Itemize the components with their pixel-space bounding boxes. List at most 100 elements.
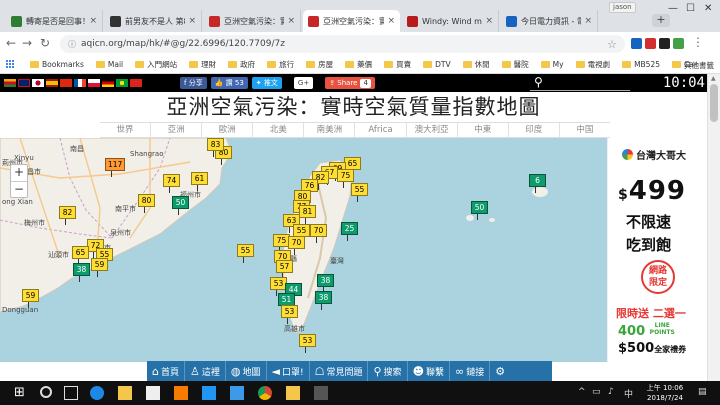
bookmark-item[interactable]: 醫院 (501, 59, 529, 70)
flag-poland-icon[interactable] (88, 79, 100, 87)
flag-icon[interactable] (4, 79, 16, 87)
tab-close-icon[interactable]: × (89, 16, 97, 26)
bottom-nav-item[interactable]: ⌂ 首頁 (147, 361, 185, 381)
volume-icon[interactable]: ♪ (608, 387, 614, 397)
aqi-marker[interactable]: 53 (281, 305, 298, 324)
flag-germany-icon[interactable] (102, 79, 114, 87)
aqi-marker[interactable]: 83 (207, 138, 224, 157)
region-link[interactable]: 世界 (100, 123, 150, 137)
bookmark-item[interactable]: 旅行 (267, 59, 294, 70)
aqi-marker[interactable]: 38 (315, 291, 332, 310)
region-link[interactable]: 亞洲 (150, 123, 201, 137)
zoom-in-button[interactable]: + (11, 165, 27, 181)
browser-tab[interactable]: 亞洲空氣污染：實時空× (204, 10, 301, 32)
flag-spain-icon[interactable] (46, 79, 58, 87)
aqi-marker[interactable]: 59 (22, 289, 39, 308)
app4-icon[interactable] (314, 386, 328, 400)
fb-share-button[interactable]: f 分享 (180, 77, 207, 89)
search-icon[interactable]: ⚲ (534, 75, 543, 89)
aqi-marker[interactable]: 38 (73, 263, 90, 282)
bottom-nav-item[interactable]: ♙ 這裡 (185, 361, 226, 381)
bookmark-item[interactable]: 理財 (189, 59, 216, 70)
tab-close-icon[interactable]: × (584, 16, 592, 26)
browser-menu-icon[interactable]: ⋮ (692, 35, 704, 49)
aqi-marker[interactable]: 74 (163, 174, 180, 193)
region-link[interactable]: 印度 (507, 123, 559, 137)
aqi-marker[interactable]: 70 (288, 236, 305, 255)
region-link[interactable]: 澳大利亞 (405, 123, 457, 137)
region-link[interactable]: 中東 (456, 123, 508, 137)
store-icon[interactable] (146, 386, 160, 400)
aqi-marker[interactable]: 70 (310, 224, 327, 243)
flag-japan-icon[interactable] (32, 79, 44, 87)
new-tab-button[interactable]: + (652, 14, 670, 27)
browser-tab[interactable]: 今日電力資訊 - 電力× (501, 10, 598, 32)
aqi-marker[interactable]: 38 (317, 274, 334, 293)
bottom-nav-item[interactable]: ☻ 聯繫 (408, 361, 451, 381)
bookmark-item[interactable]: Bookmarks (30, 59, 84, 70)
aqi-marker[interactable]: 81 (299, 205, 316, 224)
file-explorer-icon[interactable] (118, 386, 132, 400)
tweet-button[interactable]: ✦ 推文 (251, 77, 282, 89)
url-bar[interactable]: ⓘ aqicn.org/map/hk/#@g/22.6996/120.7709/… (60, 35, 625, 53)
zoom-out-button[interactable]: − (11, 181, 27, 197)
minimize-icon[interactable]: — (668, 3, 678, 14)
reload-icon[interactable]: ↻ (40, 36, 50, 50)
browser-tab[interactable]: 前男友不是人 第8集 T× (105, 10, 202, 32)
ime-icon[interactable]: 中 (624, 387, 633, 400)
bookmark-item[interactable]: 入門網站 (135, 59, 177, 70)
folder-icon[interactable] (286, 386, 300, 400)
user-profile-badge[interactable]: jason (609, 2, 636, 13)
bottom-nav-item[interactable]: ◄ 口罩! (267, 361, 310, 381)
aqi-marker[interactable]: 6 (529, 174, 546, 193)
info-icon[interactable]: ⓘ (68, 39, 76, 50)
extension-adblock-icon[interactable] (645, 38, 656, 49)
apps-shortcut[interactable] (6, 60, 18, 69)
browser-tab[interactable]: Windy: Wind map &× (402, 10, 499, 32)
bookmark-item[interactable]: MB525 (622, 59, 660, 70)
bookmark-item[interactable]: 電視劇 (575, 59, 610, 70)
aqi-marker[interactable]: 53 (299, 334, 316, 353)
bookmark-item[interactable]: My (540, 59, 564, 70)
aqi-marker[interactable]: 61 (191, 172, 208, 191)
scroll-up-icon[interactable]: ▲ (711, 75, 716, 82)
region-link[interactable]: 中国 (558, 123, 610, 137)
bookmark-item[interactable]: 房屋 (306, 59, 333, 70)
aqi-marker[interactable]: 59 (91, 258, 108, 277)
aqi-marker[interactable]: 50 (471, 201, 488, 220)
aqi-marker[interactable]: 65 (72, 246, 89, 265)
bookmark-item[interactable]: 政府 (228, 59, 255, 70)
bottom-nav-item[interactable]: ⚙ (490, 361, 512, 381)
tray-chevron-icon[interactable]: ^ (578, 387, 586, 397)
aqi-marker[interactable]: 75 (337, 169, 354, 188)
other-bookmarks[interactable]: 其他書籤 (684, 60, 714, 71)
bookmark-item[interactable]: 休閒 (462, 59, 490, 70)
extension-translate-icon[interactable] (631, 38, 642, 49)
scrollbar-thumb[interactable] (710, 84, 718, 122)
tab-close-icon[interactable]: × (287, 16, 295, 26)
app2-icon[interactable] (202, 386, 216, 400)
region-link[interactable]: Africa (354, 123, 405, 137)
bookmark-item[interactable]: Mail (95, 59, 123, 70)
share-counter-button[interactable]: ⇪ Share 4 (325, 77, 375, 89)
browser-tab[interactable]: 亞洲空氣污染：實時空× (303, 10, 400, 32)
aqi-marker[interactable]: 57 (276, 260, 293, 279)
close-window-icon[interactable]: ✕ (704, 3, 712, 14)
notification-icon[interactable]: ▤ (698, 387, 707, 397)
flag-france-icon[interactable] (74, 79, 86, 87)
bottom-nav-item[interactable]: ☖ 常見問題 (310, 361, 369, 381)
chrome-icon[interactable] (258, 386, 272, 400)
bottom-nav-item[interactable]: ◍ 地圖 (226, 361, 267, 381)
back-icon[interactable]: ← (6, 36, 16, 50)
extension-green-icon[interactable] (673, 38, 684, 49)
windows-start-icon[interactable]: ⊞ (14, 385, 28, 400)
network-icon[interactable]: ▭ (592, 387, 601, 397)
extension-dark-icon[interactable] (659, 38, 670, 49)
tab-close-icon[interactable]: × (485, 16, 493, 26)
edge-icon[interactable] (90, 386, 104, 400)
page-scrollbar[interactable]: ▲ (707, 74, 720, 381)
region-link[interactable]: 北美 (252, 123, 303, 137)
app3-icon[interactable] (230, 386, 244, 400)
gplus-button[interactable]: G+ (293, 77, 314, 89)
tab-close-icon[interactable]: × (188, 16, 196, 26)
